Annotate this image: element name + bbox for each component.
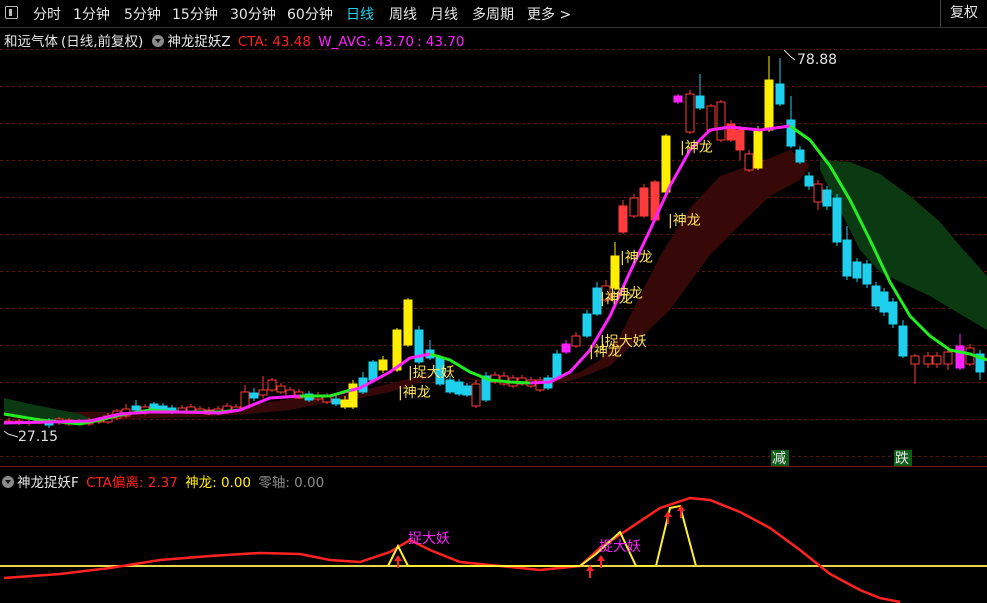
candle-body (706, 105, 716, 131)
candle-body (804, 175, 814, 187)
w-avg-line (300, 388, 351, 398)
candle-body (454, 381, 464, 395)
candle-body (403, 299, 413, 346)
candle-body (618, 205, 628, 233)
candle-body (471, 383, 481, 407)
arrow-up-icon (597, 555, 605, 561)
candle-body (571, 335, 581, 347)
arrow-up-icon (664, 511, 672, 517)
candle-body (348, 383, 358, 408)
candle-body (331, 398, 341, 405)
candle-body (753, 129, 763, 169)
candle-body (786, 119, 796, 147)
candle-body (368, 361, 378, 381)
high-marker (783, 49, 796, 61)
candle-body (842, 239, 852, 277)
candle-body (276, 385, 286, 393)
candle-body (888, 301, 898, 325)
candle-body (258, 389, 268, 396)
candle-body (131, 405, 141, 411)
price-high-label: 78.88 (797, 52, 837, 68)
candle-body (735, 129, 745, 151)
sub-signal-zhuodayao: 捉大妖 (599, 539, 641, 555)
cloud-band-red (4, 150, 810, 422)
candle-body (923, 355, 933, 365)
candle-body (932, 355, 942, 365)
candle-body (322, 396, 332, 403)
candle-body (695, 95, 705, 109)
candle-body (862, 263, 872, 285)
candle-body (378, 359, 388, 371)
candle-body (943, 351, 953, 365)
badge-jian: 减 (772, 451, 786, 467)
signal-shenlong: |神龙 (620, 250, 653, 266)
candle-body (764, 79, 774, 131)
candle-body (445, 379, 455, 393)
signal-shenlong: |神龙 (610, 286, 643, 302)
badge-die: 跌 (895, 451, 909, 467)
low-marker (3, 430, 19, 438)
signal-shenlong: |神龙 (680, 140, 713, 156)
candle-body (661, 135, 671, 193)
candle-body (775, 83, 785, 105)
candle-body (852, 261, 862, 279)
candle-body (795, 149, 805, 163)
candle-body (552, 353, 562, 379)
price-low-label: 27.15 (18, 429, 58, 445)
sub-signal-zhuodayao: 捉大妖 (408, 531, 450, 547)
kline-chart[interactable]: |神龙|捉大妖|神龙|捉大妖|神龙|神龙|神龙|神龙|神龙78.8827.15减… (0, 0, 987, 603)
candle-body (744, 153, 754, 171)
arrow-up-icon (394, 555, 402, 561)
candle-body (340, 399, 350, 408)
candle-body (832, 197, 842, 243)
candle-body (898, 325, 908, 357)
candle-body (910, 355, 920, 365)
candle-body (610, 255, 620, 289)
signal-zhuodayao: |捉大妖 (408, 365, 455, 381)
candle-body (955, 345, 965, 369)
candle-body (629, 197, 639, 217)
signal-zhuodayao: |捉大妖 (600, 334, 647, 350)
candle-body (149, 403, 159, 410)
candle-body (639, 187, 649, 217)
candle-body (673, 95, 683, 103)
candle-body (813, 183, 823, 203)
candle-body (561, 343, 571, 353)
candle-body (685, 93, 695, 133)
signal-shenlong: |神龙 (668, 213, 701, 229)
candle-body (462, 385, 472, 396)
candle-body (879, 291, 889, 313)
cta-deviation-line (3, 496, 901, 603)
candle-body (871, 285, 881, 307)
candle-body (716, 101, 726, 141)
candle-body (267, 379, 277, 391)
signal-shenlong: |神龙 (398, 385, 431, 401)
candle-body (249, 392, 259, 399)
candle-body (582, 313, 592, 337)
candle-body (822, 189, 832, 207)
